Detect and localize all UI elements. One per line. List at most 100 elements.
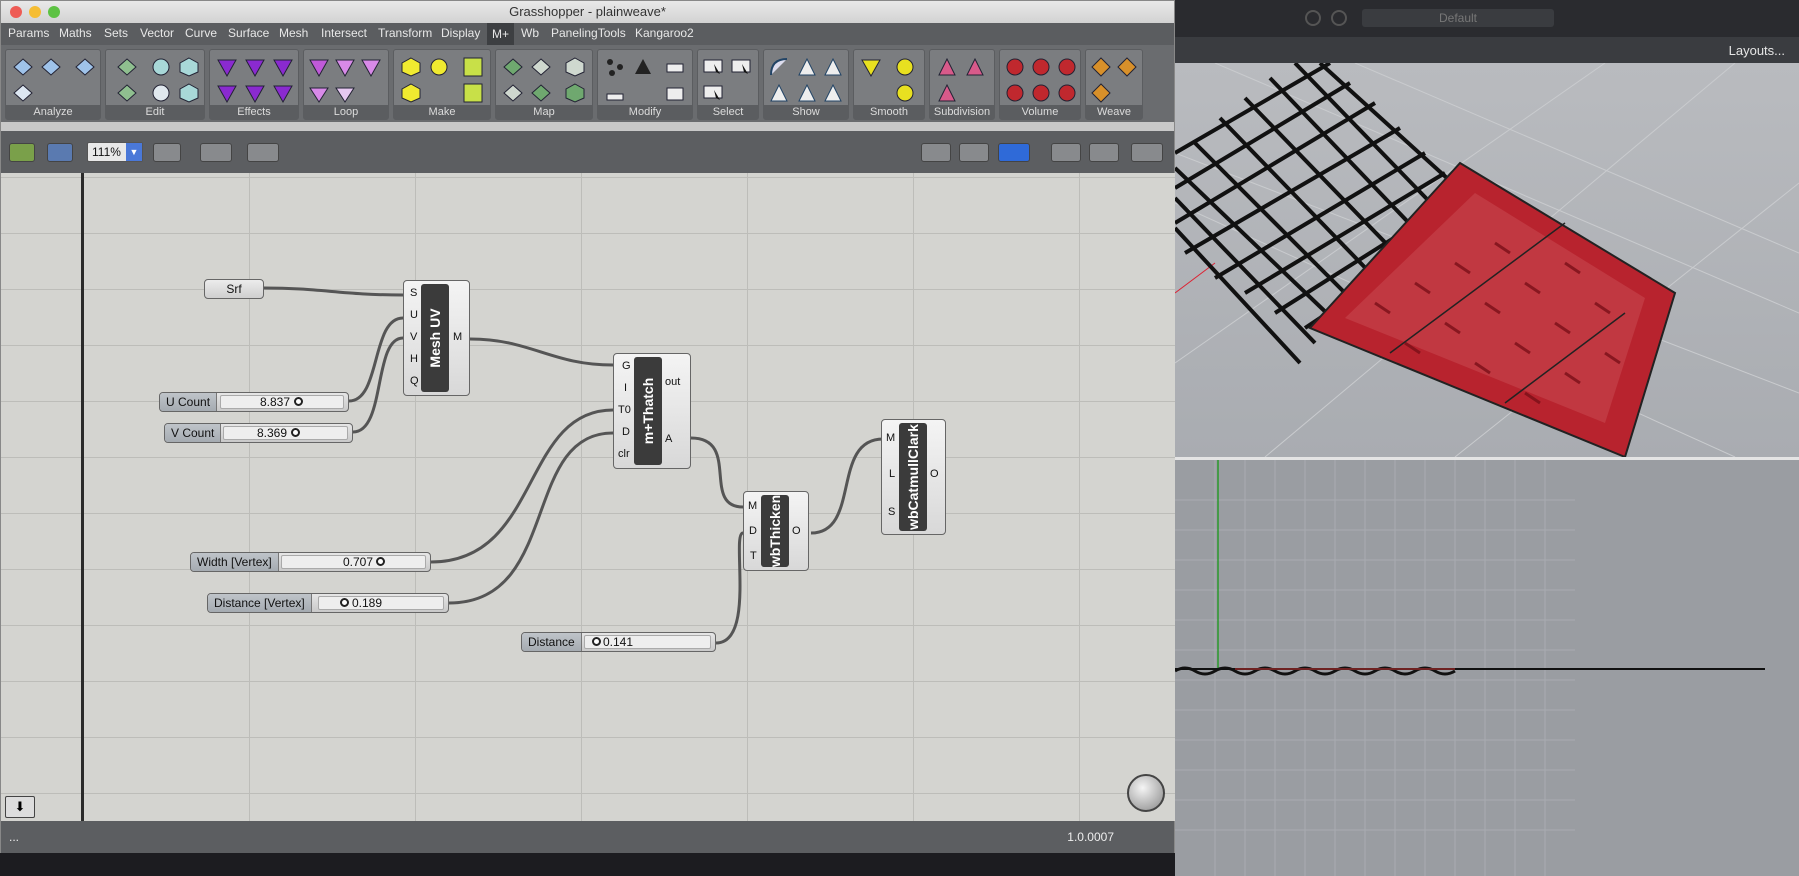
tab-mesh[interactable]: Mesh: [277, 26, 310, 40]
smooth-tool-icon[interactable]: [860, 56, 882, 78]
make-tool-icon[interactable]: [400, 56, 422, 78]
map-tool-icon[interactable]: [502, 82, 524, 104]
edit-tool-icon[interactable]: [150, 56, 172, 78]
width-vertex-slider[interactable]: Width [Vertex] 0.707: [190, 552, 431, 572]
analyze-tool-icon[interactable]: [74, 56, 96, 78]
tab-vector[interactable]: Vector: [138, 26, 176, 40]
make-tool-icon[interactable]: [462, 56, 484, 78]
output-a[interactable]: A: [665, 433, 672, 445]
zoom-field[interactable]: 111% ▼: [87, 142, 143, 162]
show-tool-icon[interactable]: [796, 82, 818, 104]
slider-knob[interactable]: [340, 598, 349, 607]
tab-mplus[interactable]: M+: [487, 23, 515, 45]
thatch-component[interactable]: m+Thatch G I T0 D clr out A: [613, 353, 691, 469]
canvas-download-icon[interactable]: ⬇: [5, 796, 35, 818]
srf-parameter[interactable]: Srf: [204, 279, 264, 299]
rhino-refresh-icon[interactable]: [1331, 10, 1347, 26]
effects-tool-icon[interactable]: [244, 56, 266, 78]
maximize-button[interactable]: [48, 6, 60, 18]
open-file-icon[interactable]: [9, 143, 35, 162]
loop-tool-icon[interactable]: [334, 82, 356, 104]
close-button[interactable]: [10, 6, 22, 18]
perspective-viewport[interactable]: [1175, 63, 1799, 457]
effects-tool-icon[interactable]: [244, 82, 266, 104]
select-tool-icon[interactable]: [730, 56, 752, 78]
weave-tool-icon[interactable]: [1090, 56, 1112, 78]
input-h[interactable]: H: [410, 353, 418, 365]
navigation-wheel-icon[interactable]: [1127, 774, 1165, 812]
slider-knob[interactable]: [592, 637, 601, 646]
panel-effects[interactable]: Effects: [209, 49, 299, 120]
input-d[interactable]: D: [622, 426, 630, 438]
make-tool-icon[interactable]: [400, 82, 422, 104]
output-m[interactable]: M: [453, 331, 462, 343]
panel-loop[interactable]: Loop: [303, 49, 389, 120]
effects-tool-icon[interactable]: [272, 82, 294, 104]
volume-tool-icon[interactable]: [1004, 82, 1026, 104]
panel-select[interactable]: Select: [697, 49, 759, 120]
u-count-slider[interactable]: U Count 8.837: [159, 392, 349, 412]
analyze-tool-icon[interactable]: [40, 56, 62, 78]
input-g[interactable]: G: [622, 360, 631, 372]
input-m[interactable]: M: [748, 500, 757, 512]
tab-surface[interactable]: Surface: [226, 26, 271, 40]
map-tool-icon[interactable]: [564, 82, 586, 104]
loop-tool-icon[interactable]: [360, 56, 382, 78]
edit-tool-icon[interactable]: [178, 82, 200, 104]
select-tool-icon[interactable]: [702, 82, 724, 104]
tab-transform[interactable]: Transform: [376, 26, 434, 40]
map-tool-icon[interactable]: [564, 56, 586, 78]
input-v[interactable]: V: [410, 331, 417, 343]
modify-tool-icon[interactable]: [664, 82, 686, 104]
v-count-slider[interactable]: V Count 8.369: [164, 423, 353, 443]
slider-knob[interactable]: [294, 397, 303, 406]
volume-tool-icon[interactable]: [1056, 56, 1078, 78]
modify-tool-icon[interactable]: [604, 56, 626, 78]
analyze-tool-icon[interactable]: [12, 56, 34, 78]
subdivision-tool-icon[interactable]: [936, 82, 958, 104]
volume-tool-icon[interactable]: [1030, 82, 1052, 104]
input-s[interactable]: S: [888, 506, 895, 518]
input-i[interactable]: I: [624, 382, 627, 394]
map-tool-icon[interactable]: [530, 82, 552, 104]
rhino-layer-dropdown[interactable]: Default: [1362, 9, 1554, 27]
preview-eye-icon[interactable]: [200, 143, 232, 162]
weave-tool-icon[interactable]: [1116, 56, 1138, 78]
modify-tool-icon[interactable]: [664, 56, 686, 78]
tab-maths[interactable]: Maths: [57, 26, 94, 40]
output-out[interactable]: out: [665, 376, 680, 388]
shaded-preview-icon[interactable]: [998, 143, 1030, 162]
slider-knob[interactable]: [291, 428, 300, 437]
panel-volume[interactable]: Volume: [999, 49, 1081, 120]
weave-tool-icon[interactable]: [1090, 82, 1112, 104]
tab-curve[interactable]: Curve: [183, 26, 219, 40]
subdivision-tool-icon[interactable]: [936, 56, 958, 78]
disable-preview-icon[interactable]: [959, 143, 989, 162]
panel-make[interactable]: Make: [393, 49, 491, 120]
panel-map[interactable]: Map: [495, 49, 593, 120]
panel-weave[interactable]: Weave: [1085, 49, 1143, 120]
panel-edit[interactable]: Edit: [105, 49, 205, 120]
tab-sets[interactable]: Sets: [102, 26, 130, 40]
material-preview-icon[interactable]: [1089, 143, 1119, 162]
smooth-tool-icon[interactable]: [894, 82, 916, 104]
layouts-button[interactable]: Layouts...: [1729, 43, 1785, 58]
modify-tool-icon[interactable]: [632, 56, 654, 78]
display-mode-icon[interactable]: [921, 143, 951, 162]
select-tool-icon[interactable]: [702, 56, 724, 78]
show-tool-icon[interactable]: [822, 56, 844, 78]
panel-subdivision[interactable]: Subdivision: [929, 49, 995, 120]
chevron-down-icon[interactable]: ▼: [126, 143, 142, 161]
distance-vertex-slider[interactable]: Distance [Vertex] 0.189: [207, 593, 449, 613]
distance-slider[interactable]: Distance 0.141: [521, 632, 716, 652]
selected-preview-icon[interactable]: [1051, 143, 1081, 162]
loop-tool-icon[interactable]: [308, 82, 330, 104]
tab-intersect[interactable]: Intersect: [319, 26, 369, 40]
minimize-button[interactable]: [29, 6, 41, 18]
save-file-icon[interactable]: [47, 143, 73, 162]
slider-knob[interactable]: [376, 557, 385, 566]
panel-modify[interactable]: Modify: [597, 49, 693, 120]
loop-tool-icon[interactable]: [334, 56, 356, 78]
catmull-clark-component[interactable]: wbCatmullClark M L S O: [881, 419, 946, 535]
show-tool-icon[interactable]: [796, 56, 818, 78]
